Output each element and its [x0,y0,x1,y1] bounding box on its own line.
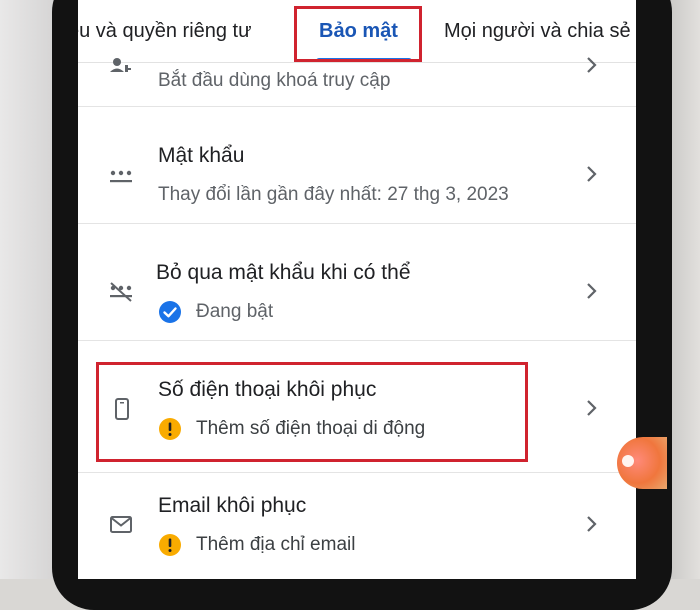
list-item-passkey[interactable]: Bắt đầu dùng khoá truy cập [78,57,636,107]
password-title: Mật khẩu [158,144,245,167]
list-item-password[interactable]: Mật khẩu Thay đổi lần gần đây nhất: 27 t… [78,106,636,224]
tab-people-sharing[interactable]: Mọi người và chia sẻ [444,20,631,43]
password-dots-icon [110,170,132,183]
check-circle-icon [159,301,181,323]
skip-password-status: Đang bật [196,301,274,322]
tab-data-privacy[interactable]: ệu và quyền riêng tư [78,20,252,43]
recovery-email-status: Thêm địa chỉ email [196,534,356,555]
highlight-box-recovery-phone [96,362,528,462]
highlight-box-tab [294,6,422,62]
password-off-icon [110,282,132,302]
list-item-recovery-phone[interactable]: Số điện thoại khôi phục Thêm số điện tho… [78,340,636,473]
tab-bar: ệu và quyền riêng tư Bảo mật Mọi người v… [78,0,636,63]
list-item-skip-password[interactable]: Bỏ qua mật khẩu khi có thể Đang bật [78,223,636,341]
skip-password-title: Bỏ qua mật khẩu khi có thể [156,261,411,284]
phone-screen: ệu và quyền riêng tư Bảo mật Mọi người v… [78,0,636,579]
chevron-right-icon [587,166,597,182]
list-item-recovery-email[interactable]: Email khôi phục Thêm địa chỉ email [78,472,636,579]
mail-icon [110,516,132,533]
chevron-right-icon [587,283,597,299]
chevron-right-icon [587,516,597,532]
warning-icon [159,534,181,556]
passkey-icon [110,58,131,72]
chevron-right-icon [587,400,597,416]
recovery-email-title: Email khôi phục [158,494,307,517]
bubble-dot [622,455,634,467]
password-subtitle: Thay đổi lần gần đây nhất: 27 thg 3, 202… [158,184,509,205]
passkey-subtitle: Bắt đầu dùng khoá truy cập [158,70,391,91]
chevron-right-icon [587,57,597,73]
